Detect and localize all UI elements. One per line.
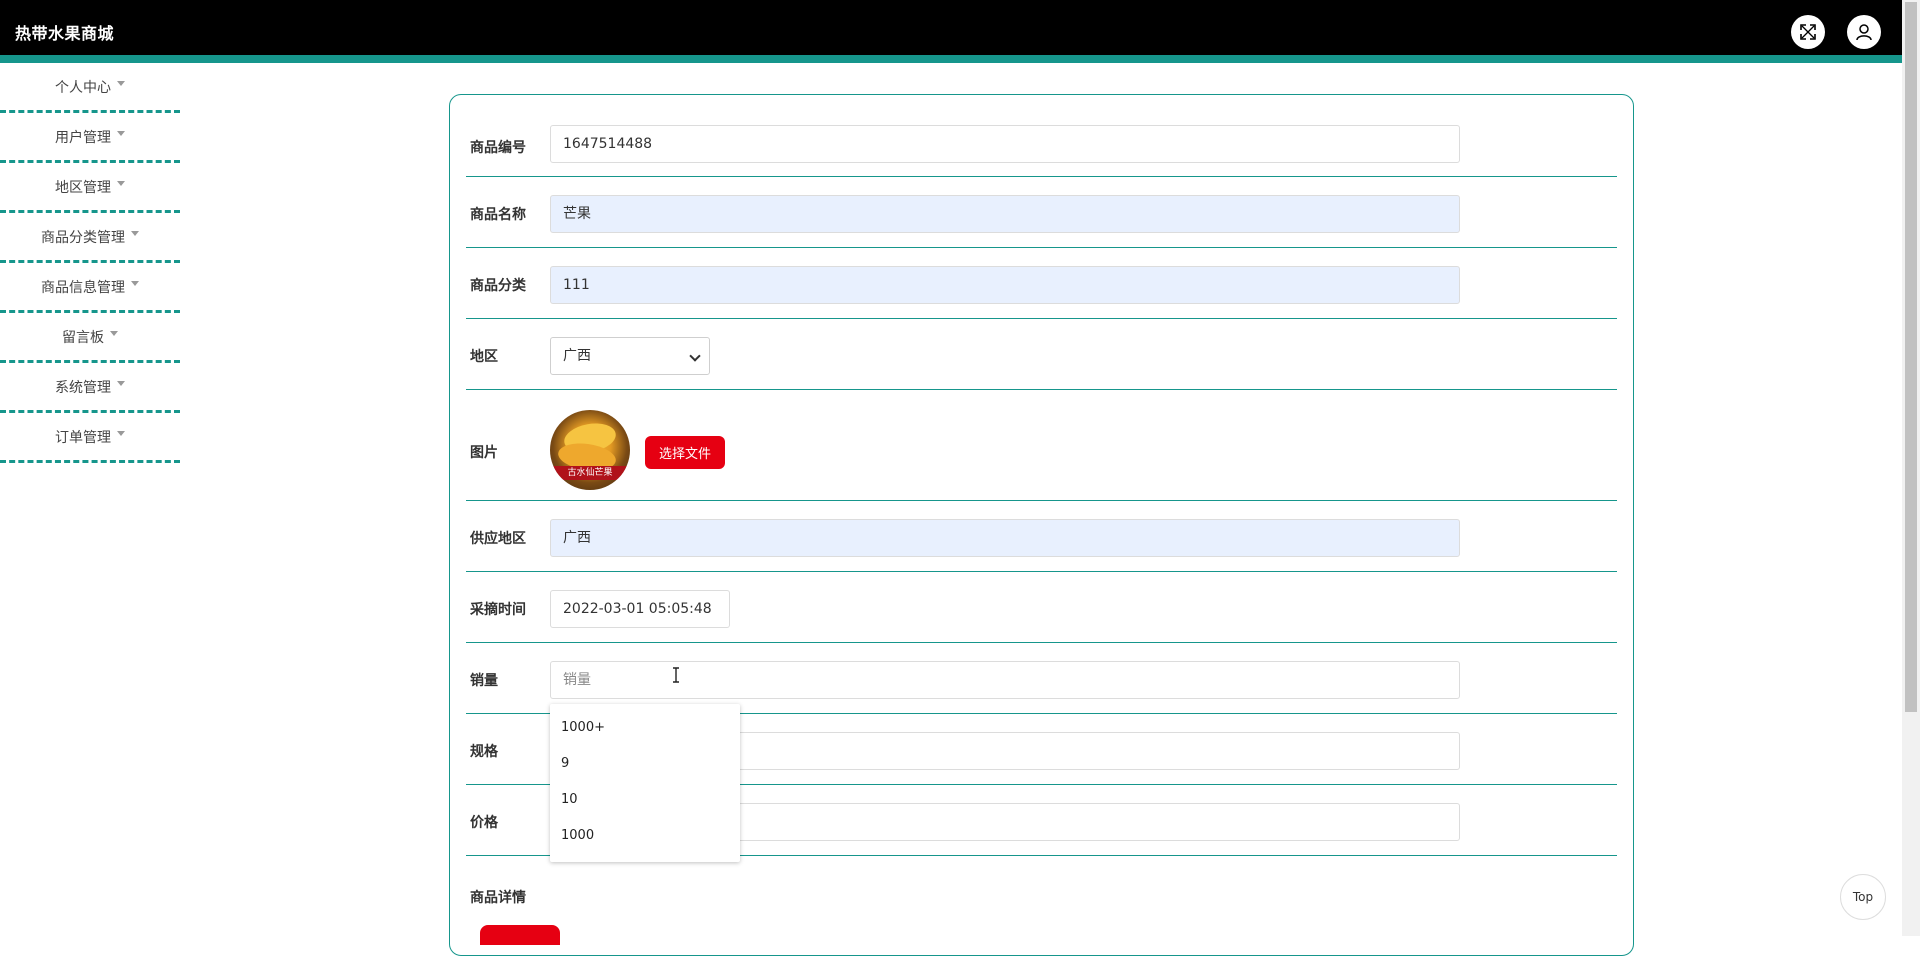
field-label: 规格 — [470, 744, 498, 760]
sidebar-item-product-management[interactable]: 商品信息管理 — [0, 263, 180, 313]
sidebar-item-label: 系统管理 — [55, 379, 111, 396]
sidebar-item-message-board[interactable]: 留言板 — [0, 313, 180, 363]
sales-input[interactable]: 销量 — [550, 661, 1460, 699]
sidebar-item-region-management[interactable]: 地区管理 — [0, 163, 180, 213]
app-title: 热带水果商城 — [15, 24, 115, 43]
field-label: 地区 — [470, 349, 498, 365]
suggestion-item[interactable]: 10 — [561, 792, 578, 807]
sidebar-item-category-management[interactable]: 商品分类管理 — [0, 213, 180, 263]
sidebar-item-system-management[interactable]: 系统管理 — [0, 363, 180, 413]
region-select-value: 广西 — [563, 348, 591, 364]
sales-suggestion-list: 1000+ 9 10 1000 — [550, 704, 740, 862]
product-name-input[interactable]: 芒果 — [550, 195, 1460, 233]
image-caption: 古水仙芒果 — [550, 466, 630, 480]
page-scrollbar[interactable] — [1902, 0, 1920, 936]
sidebar-item-personal-center[interactable]: 个人中心 — [0, 63, 180, 113]
chevron-down-icon — [689, 350, 701, 362]
detail-label: 商品详情 — [470, 890, 526, 906]
caret-down-icon — [110, 331, 118, 336]
caret-down-icon — [117, 131, 125, 136]
top-header: 热带水果商城 — [0, 0, 1902, 55]
scrollbar-thumb[interactable] — [1905, 2, 1917, 712]
product-image-thumbnail: 古水仙芒果 — [550, 410, 630, 490]
field-label: 销量 — [470, 673, 498, 689]
sidebar-item-label: 订单管理 — [55, 429, 111, 446]
product-category-input[interactable]: 111 — [550, 266, 1460, 304]
form-row-region: 地区 广西 — [466, 319, 1617, 390]
form-row-name: 商品名称 芒果 — [466, 177, 1617, 248]
sidebar-item-label: 用户管理 — [55, 129, 111, 146]
suggestion-item[interactable]: 1000 — [561, 828, 594, 843]
caret-down-icon — [131, 231, 139, 236]
field-label: 采摘时间 — [470, 602, 526, 618]
suggestion-item[interactable]: 9 — [561, 756, 569, 771]
product-code-input[interactable]: 1647514488 — [550, 125, 1460, 163]
sidebar-item-label: 商品信息管理 — [41, 279, 125, 296]
suggestion-item[interactable]: 1000+ — [561, 720, 605, 735]
field-label: 图片 — [470, 445, 498, 461]
fullscreen-icon — [1800, 24, 1816, 40]
header-accent-stripe — [0, 55, 1902, 63]
sidebar-item-label: 地区管理 — [55, 179, 111, 196]
field-label: 商品名称 — [470, 207, 526, 223]
caret-down-icon — [131, 281, 139, 286]
region-select[interactable]: 广西 — [550, 337, 710, 375]
choose-file-button[interactable]: 选择文件 — [645, 436, 725, 469]
form-row-pick-time: 采摘时间 2022-03-01 05:05:48 — [466, 572, 1617, 643]
sidebar-item-label: 商品分类管理 — [41, 229, 125, 246]
caret-down-icon — [117, 181, 125, 186]
back-to-top-button[interactable]: Top — [1840, 874, 1886, 920]
fullscreen-button[interactable] — [1791, 15, 1825, 49]
form-row-category: 商品分类 111 — [466, 248, 1617, 319]
form-row-image: 图片 古水仙芒果 选择文件 — [466, 390, 1617, 501]
sidebar-item-label: 个人中心 — [55, 79, 111, 96]
user-icon — [1856, 24, 1872, 41]
user-button[interactable] — [1847, 15, 1881, 49]
sidebar-item-user-management[interactable]: 用户管理 — [0, 113, 180, 163]
field-label: 商品分类 — [470, 278, 526, 294]
caret-down-icon — [117, 381, 125, 386]
form-row-supply-region: 供应地区 广西 — [466, 501, 1617, 572]
field-label: 商品编号 — [470, 140, 526, 156]
field-label: 价格 — [470, 815, 498, 831]
caret-down-icon — [117, 431, 125, 436]
field-label: 供应地区 — [470, 531, 526, 547]
detail-editor-button[interactable] — [480, 925, 560, 945]
pick-time-input[interactable]: 2022-03-01 05:05:48 — [550, 590, 730, 628]
sidebar-item-order-management[interactable]: 订单管理 — [0, 413, 180, 463]
form-row-code: 商品编号 1647514488 — [466, 95, 1617, 177]
sidebar-item-label: 留言板 — [62, 329, 104, 346]
supply-region-input[interactable]: 广西 — [550, 519, 1460, 557]
caret-down-icon — [117, 81, 125, 86]
text-cursor-icon — [673, 667, 679, 683]
sidebar-menu: 个人中心 用户管理 地区管理 商品分类管理 商品信息管理 留言板 系统管理 订单… — [0, 63, 180, 463]
